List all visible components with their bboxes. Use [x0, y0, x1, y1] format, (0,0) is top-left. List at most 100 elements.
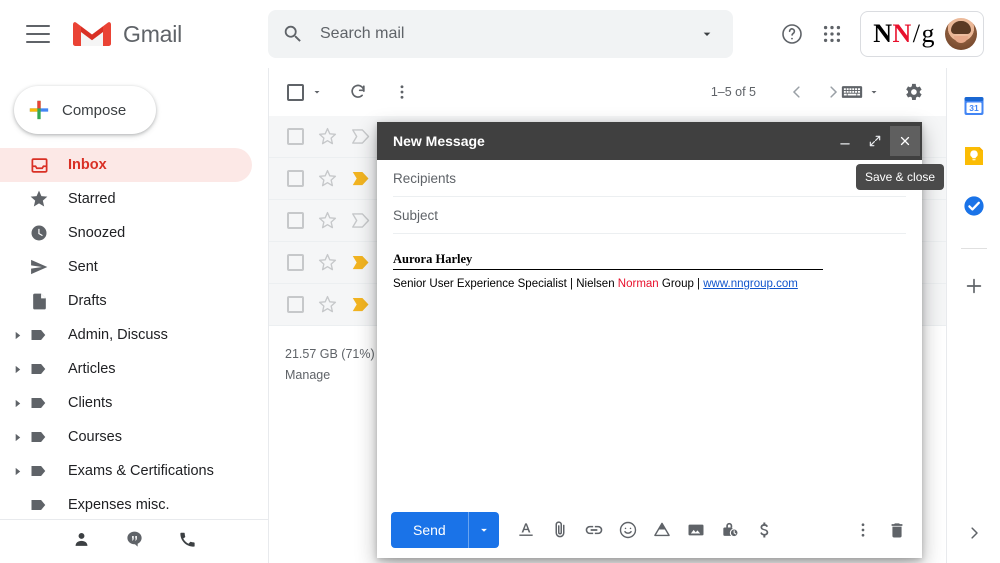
star-icon[interactable] [318, 211, 337, 230]
send-button[interactable]: Send [391, 512, 499, 548]
star-icon[interactable] [318, 127, 337, 146]
nng-logo-n2: N [892, 19, 911, 49]
phone-icon[interactable] [178, 530, 197, 554]
importance-marker-icon[interactable] [351, 254, 372, 271]
signature-website-link[interactable]: www.nngroup.com [703, 278, 798, 290]
recipients-field[interactable]: Recipients [393, 160, 906, 197]
sidebar-item-starred[interactable]: Starred [0, 182, 252, 216]
sidebar-item-label: Exams & Certifications [68, 463, 214, 479]
sidebar-item-courses[interactable]: Courses [0, 420, 252, 454]
row-checkbox[interactable] [287, 296, 304, 313]
user-avatar[interactable] [945, 18, 977, 50]
star-icon[interactable] [318, 295, 337, 314]
google-calendar-icon[interactable]: 31 [962, 94, 986, 118]
importance-marker-icon[interactable] [351, 212, 372, 229]
insert-drive-icon[interactable] [651, 519, 673, 541]
insert-money-icon[interactable] [753, 519, 775, 541]
google-tasks-icon[interactable] [962, 194, 986, 218]
importance-marker-icon[interactable] [351, 296, 372, 313]
sidebar-item-inbox[interactable]: Inbox [0, 148, 252, 182]
sidebar-nav-list: Inbox Starred [0, 148, 268, 522]
more-vertical-icon[interactable] [852, 519, 874, 541]
star-icon[interactable] [318, 169, 337, 188]
row-checkbox[interactable] [287, 170, 304, 187]
search-options-caret-icon[interactable] [699, 26, 715, 42]
insert-emoji-icon[interactable] [617, 519, 639, 541]
expand-arrow-icon[interactable] [10, 433, 24, 442]
expand-arrow-icon[interactable] [10, 467, 24, 476]
hamburger-menu-icon[interactable] [26, 25, 50, 43]
signature-company-highlight: Norman [618, 278, 659, 290]
label-icon [26, 393, 52, 413]
draft-icon [26, 292, 52, 311]
caret-down-icon[interactable] [868, 86, 880, 98]
sidebar-item-expenses-misc[interactable]: Expenses misc. [0, 488, 252, 522]
trash-discard-icon[interactable] [886, 519, 908, 541]
sidebar-item-label: Admin, Discuss [68, 327, 168, 343]
label-icon [26, 461, 52, 481]
expand-arrow-icon[interactable] [10, 365, 24, 374]
star-icon[interactable] [318, 253, 337, 272]
google-keep-icon[interactable] [962, 144, 986, 168]
sidebar: Compose Inbox [0, 68, 268, 563]
insert-link-icon[interactable] [583, 519, 605, 541]
sidebar-item-snoozed[interactable]: Snoozed [0, 216, 252, 250]
chevron-right-expand-icon[interactable] [965, 524, 983, 547]
expand-arrow-icon[interactable] [10, 399, 24, 408]
add-addon-plus-icon[interactable] [963, 275, 985, 302]
full-screen-popout-icon[interactable] [860, 126, 890, 156]
hangouts-chat-icon[interactable] [125, 530, 144, 554]
sidebar-item-admin-discuss[interactable]: Admin, Discuss [0, 318, 252, 352]
recipients-placeholder: Recipients [393, 171, 456, 186]
row-checkbox[interactable] [287, 212, 304, 229]
subject-field[interactable]: Subject [393, 197, 906, 234]
refresh-icon[interactable] [339, 73, 377, 111]
gmail-logo[interactable]: Gmail [72, 19, 182, 49]
row-checkbox[interactable] [287, 254, 304, 271]
more-vertical-icon[interactable] [383, 73, 421, 111]
attach-file-paperclip-icon[interactable] [549, 519, 571, 541]
account-chip[interactable]: N N / g [860, 11, 984, 57]
chevron-left-icon[interactable] [780, 75, 814, 109]
subject-placeholder: Subject [393, 208, 438, 223]
sidebar-item-label: Courses [68, 429, 122, 445]
gear-settings-icon[interactable] [894, 73, 932, 111]
insert-photo-icon[interactable] [685, 519, 707, 541]
search-input[interactable]: Search mail [320, 25, 699, 43]
keyboard-input-tools-icon[interactable] [841, 84, 880, 100]
minimize-icon[interactable] [830, 126, 860, 156]
gmail-wordmark: Gmail [123, 21, 182, 48]
importance-marker-icon[interactable] [351, 170, 372, 187]
close-x-icon[interactable] [890, 126, 920, 156]
sidebar-item-exams-certifications[interactable]: Exams & Certifications [0, 454, 252, 488]
nng-logo: N N / g [873, 19, 935, 49]
select-all-checkbox-icon[interactable] [287, 84, 323, 101]
message-body-field[interactable]: Aurora Harley Senior User Experience Spe… [377, 234, 922, 502]
sidebar-item-drafts[interactable]: Drafts [0, 284, 252, 318]
label-icon [26, 495, 52, 515]
confidential-mode-icon[interactable] [719, 519, 741, 541]
send-options-caret-icon[interactable] [469, 523, 499, 537]
nng-logo-g: g [922, 19, 936, 49]
sidebar-item-sent[interactable]: Sent [0, 250, 252, 284]
formatting-options-icon[interactable] [515, 519, 537, 541]
importance-marker-icon[interactable] [351, 128, 372, 145]
search-icon [282, 23, 304, 45]
clock-icon [26, 223, 52, 243]
google-apps-grid-icon[interactable] [812, 14, 852, 54]
contacts-person-icon[interactable] [72, 530, 91, 554]
page-count-label: 1–5 of 5 [711, 85, 756, 99]
help-question-icon[interactable] [772, 14, 812, 54]
search-mail-box[interactable]: Search mail [268, 10, 733, 58]
sidebar-item-articles[interactable]: Articles [0, 352, 252, 386]
row-checkbox[interactable] [287, 128, 304, 145]
compose-header[interactable]: New Message [377, 122, 922, 160]
formatting-toolbar [515, 519, 775, 541]
compose-button[interactable]: Compose [14, 86, 156, 134]
expand-arrow-icon[interactable] [10, 331, 24, 340]
sidebar-item-clients[interactable]: Clients [0, 386, 252, 420]
gmail-m-icon [72, 19, 112, 49]
sidebar-item-label: Sent [68, 259, 98, 275]
top-bar: Gmail Search mail [0, 0, 1000, 68]
caret-down-icon[interactable] [311, 86, 323, 98]
